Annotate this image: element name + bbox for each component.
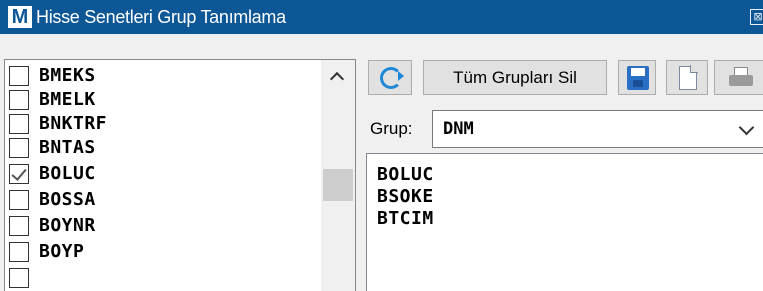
list-item[interactable] (9, 264, 319, 290)
list-item[interactable]: BOYNR (9, 212, 319, 238)
list-item[interactable]: BMELK (9, 86, 319, 112)
new-document-icon (679, 65, 698, 90)
list-item[interactable]: BNKTRF (9, 110, 319, 136)
group-label: Grup: (370, 119, 413, 138)
scroll-thumb[interactable] (323, 169, 353, 201)
list-scrollbar[interactable] (321, 60, 355, 291)
stock-code: BOYP (39, 241, 85, 262)
print-button[interactable] (714, 60, 763, 95)
stock-code: BOLUC (39, 163, 96, 184)
stock-code: BMELK (39, 89, 96, 110)
member-code: BSOKE (377, 186, 434, 207)
stock-list[interactable]: BMEKS BMELK BNKTRF BNTAS BOLUC BOSSA BOY… (4, 59, 356, 291)
group-members-textarea[interactable]: BOLUC BSOKE BTCIM (366, 153, 763, 291)
refresh-button[interactable] (368, 60, 412, 95)
chevron-up-icon[interactable] (321, 60, 355, 94)
print-icon (729, 67, 753, 89)
chevron-down-icon[interactable] (735, 120, 759, 138)
title-bar: M Hisse Senetleri Grup Tanımlama ⊠ (0, 0, 763, 34)
list-item[interactable]: BMEKS (9, 62, 319, 88)
checkbox[interactable] (9, 66, 29, 86)
member-code: BOLUC (377, 164, 434, 185)
member-code: BTCIM (377, 208, 434, 229)
stock-code: BNTAS (39, 137, 96, 158)
checkbox-checked[interactable] (9, 164, 29, 184)
save-icon (627, 66, 649, 90)
checkbox[interactable] (9, 138, 29, 158)
app-logo: M (8, 6, 32, 28)
checkbox[interactable] (9, 114, 29, 134)
clear-all-groups-button[interactable]: Tüm Grupları Sil (423, 60, 607, 95)
new-document-button[interactable] (666, 60, 708, 95)
list-item[interactable]: BOYP (9, 238, 319, 264)
list-item[interactable]: BNTAS (9, 134, 319, 160)
checkbox[interactable] (9, 190, 29, 210)
stock-code: BMEKS (39, 65, 96, 86)
save-button[interactable] (618, 60, 656, 95)
stock-code: BNKTRF (39, 113, 108, 134)
close-icon[interactable]: ⊠ (750, 9, 763, 25)
window-title: Hisse Senetleri Grup Tanımlama (36, 7, 286, 27)
checkbox[interactable] (9, 268, 29, 288)
refresh-icon (380, 67, 404, 89)
stock-code: BOSSA (39, 189, 96, 210)
list-item[interactable]: BOSSA (9, 186, 319, 212)
group-dropdown[interactable]: DNM (432, 110, 763, 148)
checkbox[interactable] (9, 242, 29, 262)
list-item[interactable]: BOLUC (9, 160, 319, 186)
checkbox[interactable] (9, 90, 29, 110)
stock-code: BOYNR (39, 215, 96, 236)
checkbox[interactable] (9, 216, 29, 236)
group-selected-value: DNM (443, 119, 474, 139)
